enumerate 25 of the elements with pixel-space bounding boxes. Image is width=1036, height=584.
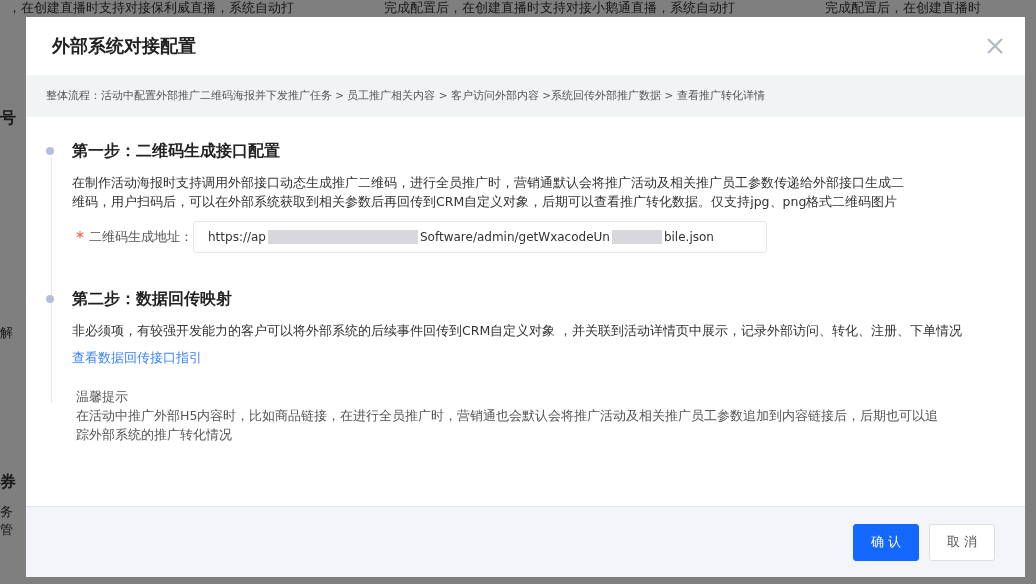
step-title: 第一步：二维码生成接口配置 <box>72 141 281 162</box>
background-heading: 号 <box>0 108 16 128</box>
background-text: ，在创建直播时支持对接保利威直播，系统自动打 <box>8 0 294 16</box>
confirm-button[interactable]: 确 认 <box>853 523 919 561</box>
close-icon[interactable] <box>987 38 1003 54</box>
step-description: 非必须项，有较强开发能力的客户可以将外部系统的后续事件回传到CRM自定义对象 ，并关联到活动详情页中展示，记录外部访问、转化、注册、下单情况 <box>72 322 964 340</box>
flow-text: 整体流程：活动中配置外部推广二维码海报并下发推广任务 > 员工推广相关内容 > 客户访问外部内容 >系统回传外部推广数据 > 查看推广转化详情 <box>46 89 765 103</box>
cancel-button[interactable]: 取 消 <box>929 523 995 561</box>
background-text: 完成配置后，在创建直播时支持对接小鹅通直播，系统自动打 <box>384 0 735 16</box>
guide-link[interactable]: 查看数据回传接口指引 <box>72 350 202 367</box>
timeline-dot <box>46 295 54 303</box>
step-title: 第二步：数据回传映射 <box>72 289 233 310</box>
url-field[interactable]: https://ap Software/admin/getWxacodeUn bile.json <box>193 221 767 253</box>
tip-title: 温馨提示 <box>76 388 129 406</box>
dialog-title: 外部系统对接配置 <box>52 34 196 58</box>
background-heading: 券 <box>0 472 16 492</box>
field-label: 二维码生成地址： <box>88 228 193 246</box>
tip-text: 在活动中推广外部H5内容时，比如商品链接，在进行全员推广时，营销通也会默认会将推广活动及相关推广员工参数追加到内容链接后，后期也可以追踪外部系统的推广转化情况 <box>76 407 940 444</box>
required-mark: * <box>76 227 84 247</box>
background-text: 务 <box>0 504 13 520</box>
timeline-dot <box>46 147 54 155</box>
background-text: 管 <box>0 522 13 538</box>
step-description: 在制作活动海报时支持调用外部接口动态生成推广二维码，进行全员推广时，营销通默认会将推广活动及相关推广员工参数传递给外部接口生成二维码，用户扫码后，可以在外部系统获取到相关参数后再回传到CRM自定义对象，后期可以查看推广转化数据。仅支持jpg、png格式二维码图片 <box>72 174 905 211</box>
background-text: 完成配置后，在创建直播时 <box>825 0 981 16</box>
background-text: 解 <box>0 325 13 341</box>
